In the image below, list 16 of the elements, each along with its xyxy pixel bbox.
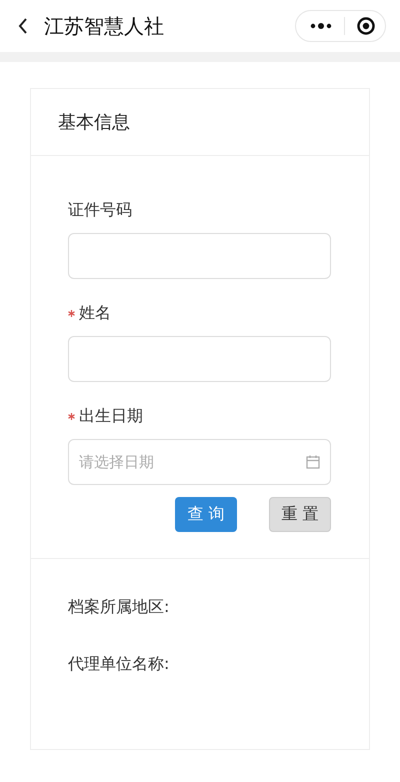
input-field[interactable] — [68, 336, 331, 382]
date-field[interactable]: 请选择日期 — [68, 439, 331, 485]
field-label: 证件号码 — [68, 200, 132, 221]
back-icon[interactable] — [18, 18, 28, 34]
date-placeholder: 请选择日期 — [79, 452, 154, 472]
reset-button[interactable]: 重 置 — [269, 497, 331, 532]
section-title: 基本信息 — [31, 89, 369, 156]
info-label: 代理单位名称: — [68, 654, 170, 675]
more-icon[interactable] — [310, 23, 332, 29]
info-label: 档案所属地区: — [68, 597, 170, 618]
calendar-icon — [306, 455, 320, 469]
query-button[interactable]: 查 询 — [175, 497, 237, 532]
field-label: 姓名 — [79, 303, 111, 324]
field-label: 出生日期 — [79, 406, 143, 427]
page-title: 江苏智慧人社 — [44, 12, 165, 40]
input-field[interactable] — [68, 233, 331, 279]
